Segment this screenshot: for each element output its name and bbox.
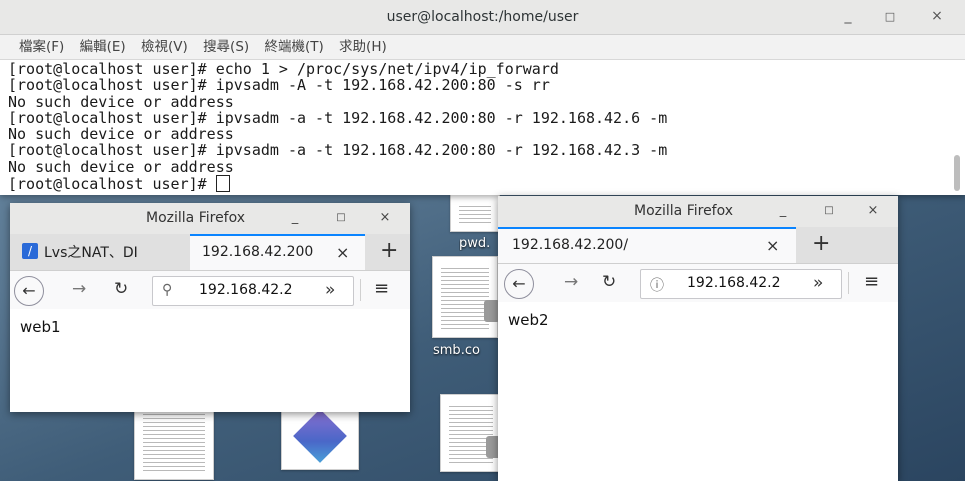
tab-label: Lvs之NAT、DI bbox=[44, 245, 138, 261]
nav-bar: ← → ↻ ⚲ 192.168.42.2 » ≡ bbox=[10, 271, 410, 310]
toolbar-separator bbox=[360, 279, 361, 301]
terminal-line: No such device or address bbox=[8, 157, 234, 176]
desktop-app-icon[interactable] bbox=[281, 402, 359, 470]
terminal-line: [root@localhost user]# ipvsadm -a -t 192… bbox=[8, 108, 668, 127]
reload-icon[interactable]: ↻ bbox=[602, 272, 616, 292]
hamburger-menu-icon[interactable]: ≡ bbox=[864, 271, 879, 292]
desktop-file-label-smb: smb.co bbox=[433, 343, 480, 358]
tab-close-icon[interactable]: × bbox=[336, 243, 349, 262]
terminal-line: [root@localhost user]# ipvsadm -A -t 192… bbox=[8, 76, 550, 95]
desktop-file-label-pwd: pwd. bbox=[459, 236, 491, 251]
menu-search[interactable]: 搜尋(S) bbox=[203, 35, 249, 59]
overflow-chevron-icon[interactable]: » bbox=[325, 280, 335, 300]
back-arrow-icon[interactable]: ← bbox=[504, 269, 534, 299]
terminal-line: No such device or address bbox=[8, 92, 234, 111]
menu-help[interactable]: 求助(H) bbox=[339, 35, 387, 59]
menu-edit[interactable]: 編輯(E) bbox=[80, 35, 126, 59]
page-body-text: web2 bbox=[508, 311, 549, 329]
page-content: web1 bbox=[10, 309, 410, 412]
menu-terminal[interactable]: 終端機(T) bbox=[264, 35, 323, 59]
terminal-line: No such device or address bbox=[8, 125, 234, 144]
firefox-titlebar[interactable]: Mozilla Firefox _ □ × bbox=[10, 203, 410, 234]
terminal-scrollbar[interactable] bbox=[954, 155, 960, 191]
diamond-app-icon bbox=[293, 409, 347, 463]
tab-bar: 192.168.42.200/ × + bbox=[498, 227, 898, 264]
tab-close-icon[interactable]: × bbox=[766, 236, 779, 255]
terminal-cursor bbox=[215, 175, 230, 193]
back-arrow-icon[interactable]: ← bbox=[14, 276, 44, 306]
forward-arrow-icon[interactable]: → bbox=[72, 279, 86, 299]
url-bar[interactable]: ⓘ 192.168.42.2 » bbox=[640, 269, 842, 299]
firefox-window-1[interactable]: Mozilla Firefox _ □ × / Lvs之NAT、DI 192.1… bbox=[10, 203, 410, 412]
terminal-screen[interactable]: [root@localhost user]# echo 1 > /proc/sy… bbox=[0, 60, 965, 194]
tab-lvs-nat[interactable]: / Lvs之NAT、DI bbox=[10, 234, 188, 270]
firefox-title: Mozilla Firefox bbox=[634, 203, 734, 219]
maximize-icon[interactable]: □ bbox=[880, 10, 900, 23]
overflow-chevron-icon[interactable]: » bbox=[813, 273, 823, 293]
terminal-line: [root@localhost user]# echo 1 > /proc/sy… bbox=[8, 60, 559, 78]
minimize-icon[interactable]: _ bbox=[286, 210, 304, 225]
terminal-line: [root@localhost user]# ipvsadm -a -t 192… bbox=[8, 141, 668, 160]
page-body-text: web1 bbox=[20, 318, 61, 336]
tab-active[interactable]: 192.168.42.200 × bbox=[190, 234, 365, 270]
tab-bar: / Lvs之NAT、DI 192.168.42.200 × + bbox=[10, 234, 410, 271]
terminal-window[interactable]: user@localhost:/home/user _ □ × 檔案(F) 編輯… bbox=[0, 0, 965, 195]
terminal-titlebar[interactable]: user@localhost:/home/user _ □ × bbox=[0, 0, 965, 35]
url-bar[interactable]: ⚲ 192.168.42.2 » bbox=[152, 276, 354, 306]
url-text: 192.168.42.2 bbox=[199, 282, 293, 298]
nav-bar: ← → ↻ ⓘ 192.168.42.2 » ≡ bbox=[498, 264, 898, 303]
forward-arrow-icon[interactable]: → bbox=[564, 272, 578, 292]
minimize-icon[interactable]: _ bbox=[838, 8, 858, 24]
close-icon[interactable]: × bbox=[864, 203, 882, 218]
menu-file[interactable]: 檔案(F) bbox=[19, 35, 64, 59]
maximize-icon[interactable]: □ bbox=[332, 212, 350, 223]
new-tab-icon[interactable]: + bbox=[812, 231, 830, 256]
menu-view[interactable]: 檢視(V) bbox=[141, 35, 188, 59]
terminal-title: user@localhost:/home/user bbox=[386, 9, 579, 25]
tab-active[interactable]: 192.168.42.200/ × bbox=[498, 227, 796, 263]
minimize-icon[interactable]: _ bbox=[774, 203, 792, 218]
tab-label: 192.168.42.200/ bbox=[512, 237, 629, 253]
url-text: 192.168.42.2 bbox=[687, 275, 781, 291]
page-content: web2 bbox=[498, 302, 898, 481]
firefox-title: Mozilla Firefox bbox=[146, 210, 246, 226]
tab-label: 192.168.42.200 bbox=[202, 244, 314, 260]
toolbar-separator bbox=[848, 272, 849, 294]
info-icon: ⓘ bbox=[650, 278, 664, 294]
firefox-titlebar[interactable]: Mozilla Firefox _ □ × bbox=[498, 196, 898, 227]
desktop-file-icon[interactable] bbox=[440, 394, 502, 472]
desktop-file-icon[interactable] bbox=[134, 402, 214, 480]
search-icon: ⚲ bbox=[162, 282, 173, 298]
maximize-icon[interactable]: □ bbox=[820, 205, 838, 216]
tab-favicon-icon: / bbox=[22, 243, 38, 259]
terminal-prompt: [root@localhost user]# bbox=[8, 175, 216, 194]
terminal-menubar: 檔案(F) 編輯(E) 檢視(V) 搜尋(S) 終端機(T) 求助(H) bbox=[0, 35, 965, 60]
firefox-window-2[interactable]: Mozilla Firefox _ □ × 192.168.42.200/ × … bbox=[498, 196, 898, 481]
close-icon[interactable]: × bbox=[927, 8, 947, 24]
desktop-file-icon[interactable] bbox=[432, 256, 498, 338]
new-tab-icon[interactable]: + bbox=[380, 238, 398, 263]
reload-icon[interactable]: ↻ bbox=[114, 279, 128, 299]
desktop-file-icon[interactable] bbox=[450, 194, 500, 232]
close-icon[interactable]: × bbox=[376, 210, 394, 225]
hamburger-menu-icon[interactable]: ≡ bbox=[374, 278, 389, 299]
